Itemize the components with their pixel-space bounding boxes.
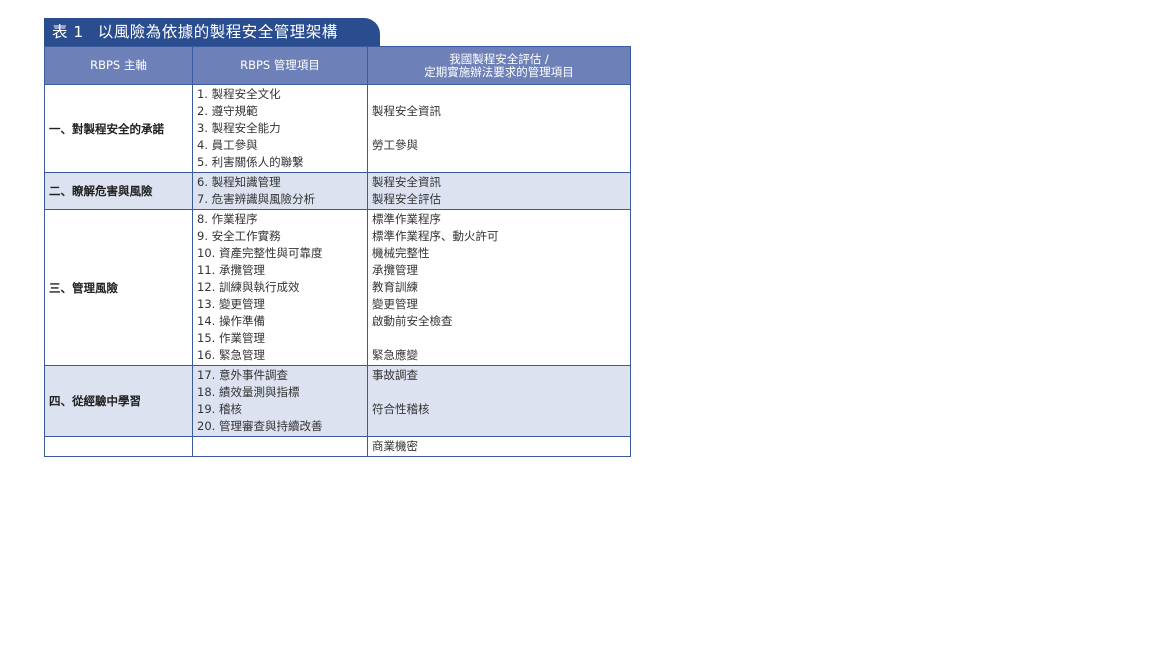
rbps-theme-cell: 四、從經驗中學習 — [44, 365, 193, 437]
rbps-item: 13. 變更管理 — [197, 297, 265, 311]
regulation-items-cell: 製程安全資訊 勞工參與 — [367, 84, 631, 173]
regulation-item: 啟動前安全檢查 — [372, 314, 453, 328]
regulation-item: 商業機密 — [372, 439, 418, 453]
regulation-items-cell: 標準作業程序標準作業程序、動火許可 機械完整性承攬管理教育訓練變更管理啟動前安全檢… — [367, 209, 631, 366]
regulation-item — [372, 384, 630, 401]
table-row: 二、瞭解危害與風險 6. 製程知識管理 7. 危害辨識與風險分析 製程安全資訊 製程安全… — [44, 172, 631, 210]
rbps-items-cell: 17. 意外事件調查 18. 績效量測與指標 19. 稽核 20. 管理審查與持續改善 — [192, 365, 368, 437]
regulation-item — [372, 154, 630, 171]
table-row: 商業機密 — [44, 436, 631, 457]
header-regulation-line2: 定期實施辦法要求的管理項目 — [424, 64, 574, 79]
rbps-item: 2. 遵守規範 — [197, 104, 258, 118]
rbps-items-cell: 1. 製程安全文化 2. 遵守規範 3. 製程安全能力 4. 員工參與 5. 利害關係人… — [192, 84, 368, 173]
regulation-item: 製程安全資訊 — [372, 175, 441, 189]
rbps-item: 3. 製程安全能力 — [197, 121, 281, 135]
header-regulation-items: 我國製程安全評估 / 定期實施辦法要求的管理項目 — [367, 46, 631, 85]
regulation-item: 機械完整性 — [372, 246, 430, 260]
rbps-item: 17. 意外事件調查 — [197, 368, 288, 382]
rbps-item: 4. 員工參與 — [197, 138, 258, 152]
regulation-items-cell: 商業機密 — [367, 436, 631, 457]
rbps-items-cell: 6. 製程知識管理 7. 危害辨識與風險分析 — [192, 172, 368, 210]
rbps-item: 1. 製程安全文化 — [197, 87, 281, 101]
table-title: 表 1 以風險為依據的製程安全管理架構 — [44, 18, 380, 46]
regulation-items-cell: 事故調查 符合性稽核 — [367, 365, 631, 437]
rbps-theme-cell: 一、對製程安全的承諾 — [44, 84, 193, 173]
rbps-items-cell — [192, 436, 368, 457]
regulation-item — [372, 86, 630, 103]
header-regulation-line1: 我國製程安全評估 / — [449, 51, 549, 66]
rbps-item: 12. 訓練與執行成效 — [197, 280, 300, 294]
regulation-item: 標準作業程序、動火許可 — [372, 229, 499, 243]
header-rbps-items: RBPS 管理項目 — [192, 46, 368, 85]
rbps-item: 18. 績效量測與指標 — [197, 385, 300, 399]
rbps-table: RBPS 主軸 RBPS 管理項目 我國製程安全評估 / 定期實施辦法要求的管理… — [44, 46, 631, 457]
regulation-items-cell: 製程安全資訊 製程安全評估 — [367, 172, 631, 210]
table-row: 一、對製程安全的承諾 1. 製程安全文化 2. 遵守規範 3. 製程安全能力 4. 員工… — [44, 84, 631, 173]
table-row: 四、從經驗中學習 17. 意外事件調查 18. 績效量測與指標 19. 稽核 20. 管… — [44, 365, 631, 437]
regulation-item: 符合性稽核 — [372, 402, 430, 416]
regulation-item: 製程安全資訊 — [372, 104, 441, 118]
regulation-item: 承攬管理 — [372, 263, 418, 277]
table-title-text: 以風險為依據的製程安全管理架構 — [97, 23, 338, 41]
table-body: 一、對製程安全的承諾 1. 製程安全文化 2. 遵守規範 3. 製程安全能力 4. 員工… — [44, 84, 631, 457]
header-row: RBPS 主軸 RBPS 管理項目 我國製程安全評估 / 定期實施辦法要求的管理… — [44, 46, 631, 85]
rbps-theme-cell: 二、瞭解危害與風險 — [44, 172, 193, 210]
table-row: 三、管理風險 8. 作業程序 9. 安全工作實務 10. 資產完整性與可靠度 11. 承… — [44, 209, 631, 366]
rbps-item: 11. 承攬管理 — [197, 263, 265, 277]
rbps-item: 7. 危害辨識與風險分析 — [197, 192, 316, 206]
rbps-item — [197, 438, 367, 455]
rbps-item: 8. 作業程序 — [197, 212, 258, 226]
rbps-item: 5. 利害關係人的聯繫 — [197, 155, 304, 169]
rbps-item: 19. 稽核 — [197, 402, 242, 416]
rbps-item: 20. 管理審查與持續改善 — [197, 419, 323, 433]
table-number: 表 1 — [52, 23, 84, 41]
regulation-item — [372, 120, 630, 137]
regulation-item: 緊急應變 — [372, 348, 418, 362]
rbps-item: 15. 作業管理 — [197, 331, 265, 345]
regulation-item: 教育訓練 — [372, 280, 418, 294]
header-rbps-theme: RBPS 主軸 — [44, 46, 193, 85]
rbps-item: 14. 操作準備 — [197, 314, 265, 328]
page: 表 1 以風險為依據的製程安全管理架構 RBPS 主軸 RBPS 管理項目 我國製… — [0, 0, 1152, 648]
regulation-item — [372, 330, 630, 347]
rbps-item: 6. 製程知識管理 — [197, 175, 281, 189]
rbps-theme-cell: 三、管理風險 — [44, 209, 193, 366]
regulation-item: 事故調查 — [372, 368, 418, 382]
regulation-item: 標準作業程序 — [372, 212, 441, 226]
regulation-item — [372, 418, 630, 435]
regulation-item: 變更管理 — [372, 297, 418, 311]
rbps-item: 16. 緊急管理 — [197, 348, 265, 362]
rbps-theme-cell — [44, 436, 193, 457]
regulation-item: 製程安全評估 — [372, 192, 441, 206]
regulation-item: 勞工參與 — [372, 138, 418, 152]
rbps-items-cell: 8. 作業程序 9. 安全工作實務 10. 資產完整性與可靠度 11. 承攬管理 12.… — [192, 209, 368, 366]
rbps-item: 10. 資產完整性與可靠度 — [197, 246, 323, 260]
rbps-item: 9. 安全工作實務 — [197, 229, 281, 243]
